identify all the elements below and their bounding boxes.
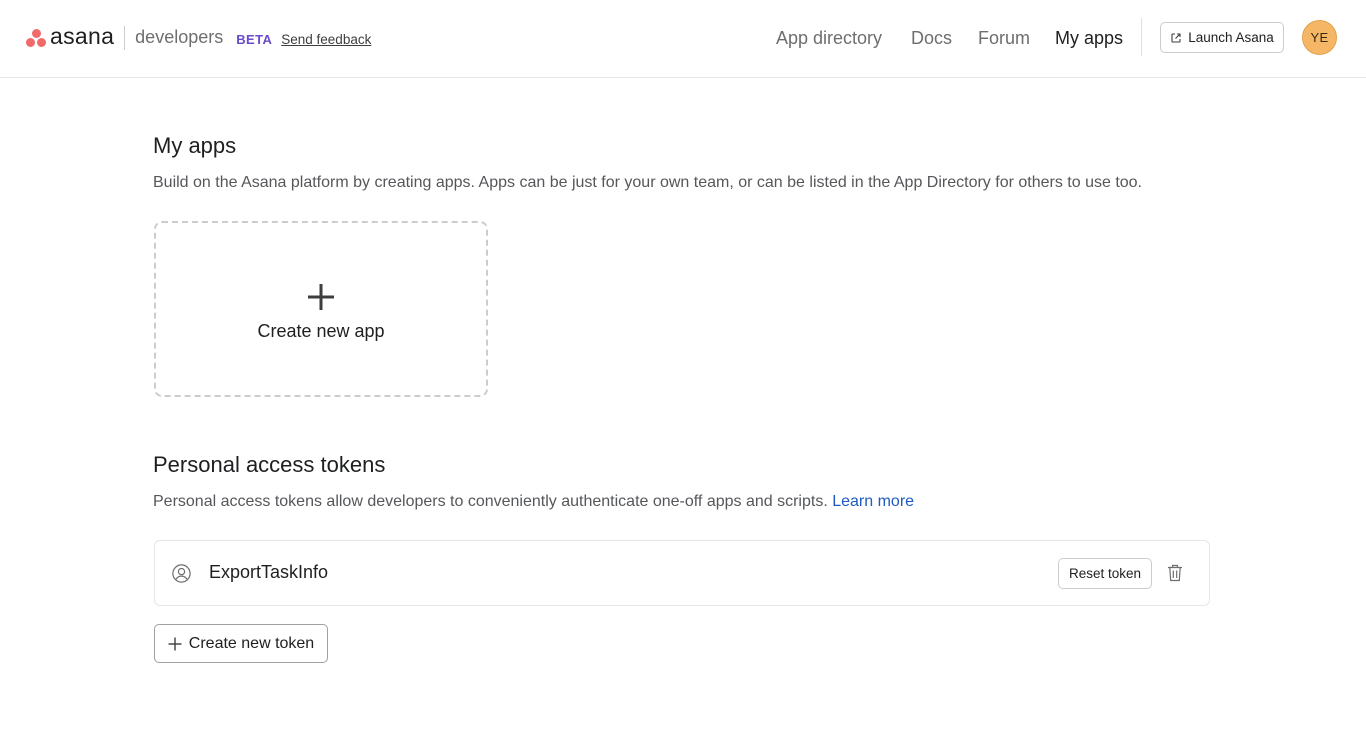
create-new-token-label: Create new token (188, 634, 315, 652)
nav-divider (1141, 18, 1142, 56)
top-header: asana developers BETA Send feedback App … (0, 0, 1366, 78)
logo-wordmark: asana (50, 22, 115, 49)
my-apps-title: My apps (153, 133, 237, 158)
nav-app-directory[interactable]: App directory (776, 28, 882, 49)
create-new-app-label: Create new app (257, 320, 385, 341)
nav-docs[interactable]: Docs (911, 28, 952, 49)
nav-my-apps[interactable]: My apps (1055, 28, 1123, 49)
token-row: ExportTaskInfo Reset token (154, 540, 1210, 606)
brand-divider (124, 26, 126, 50)
reset-token-button[interactable]: Reset token (1058, 558, 1152, 589)
developers-label: developers (135, 26, 224, 47)
brand[interactable]: asana developers BETA Send feedback (26, 22, 371, 52)
tokens-title: Personal access tokens (153, 452, 386, 477)
tokens-description-text: Personal access tokens allow developers … (153, 493, 828, 510)
my-apps-description: Build on the Asana platform by creating … (153, 174, 1142, 191)
launch-asana-label: Launch Asana (1188, 30, 1274, 45)
create-new-app-card[interactable]: Create new app (154, 221, 488, 397)
send-feedback-link[interactable]: Send feedback (281, 32, 371, 47)
user-avatar[interactable]: YE (1302, 20, 1337, 55)
create-new-token-button[interactable]: Create new token (154, 624, 328, 663)
launch-asana-button[interactable]: Launch Asana (1160, 22, 1284, 53)
token-name: ExportTaskInfo (209, 562, 329, 582)
asana-logo-icon (26, 29, 46, 47)
user-circle-icon (172, 564, 191, 583)
tokens-description: Personal access tokens allow developers … (153, 493, 914, 511)
beta-badge: BETA (236, 31, 273, 47)
external-link-icon (1171, 32, 1181, 43)
nav-forum[interactable]: Forum (978, 28, 1030, 49)
trash-icon[interactable] (1167, 564, 1183, 582)
learn-more-link[interactable]: Learn more (832, 493, 914, 510)
plus-icon (308, 283, 334, 310)
plus-icon (168, 637, 182, 650)
